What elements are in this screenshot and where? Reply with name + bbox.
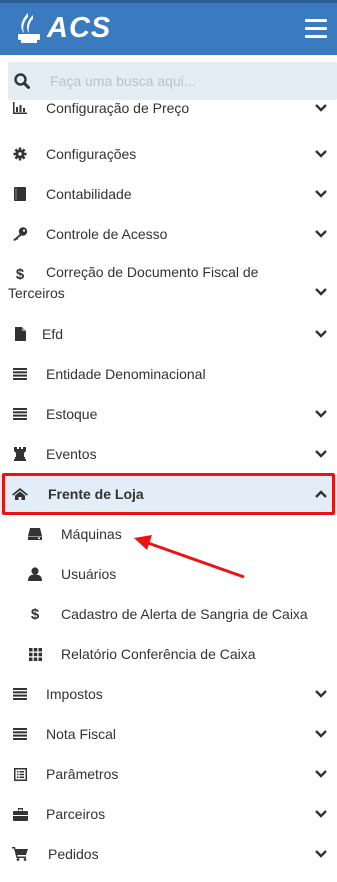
gear-icon <box>12 134 28 174</box>
sidebar-item-label: Estoque <box>46 406 98 422</box>
sidebar-item-pedidos[interactable]: Pedidos <box>0 834 337 874</box>
sidebar-item-entidade-denominacional[interactable]: Entidade Denominacional <box>0 354 337 394</box>
sidebar-item-parametros[interactable]: Parâmetros <box>0 754 337 794</box>
list-icon <box>12 674 28 714</box>
sidebar-item-controle-de-acesso[interactable]: Controle de Acesso <box>0 214 337 254</box>
logo-icon <box>18 13 40 43</box>
key-icon <box>12 214 28 254</box>
sidebar-item-label: Configurações <box>46 146 137 162</box>
sidebar-item-parceiros[interactable]: Parceiros <box>0 794 337 834</box>
chevron-down-icon <box>315 94 327 122</box>
briefcase-icon <box>12 794 28 834</box>
chevron-down-icon <box>315 134 327 174</box>
book-icon <box>12 174 28 214</box>
bar-chart-icon <box>12 94 28 122</box>
list-icon <box>12 714 28 754</box>
chevron-down-icon <box>315 714 327 754</box>
list-alt-icon <box>12 754 28 794</box>
submenu-item-usuarios[interactable]: Usuários <box>0 554 337 594</box>
sidebar-item-label: Pedidos <box>48 846 99 862</box>
chevron-down-icon <box>315 174 327 214</box>
submenu-item-relatorio-conferencia-caixa[interactable]: Relatório Conferência de Caixa <box>0 634 337 674</box>
acs-logo[interactable]: ACS <box>14 9 111 47</box>
list-icon <box>12 394 28 434</box>
highlight-box-annotation <box>2 473 335 515</box>
sidebar-item-eventos[interactable]: Eventos <box>0 434 337 474</box>
search-icon <box>14 73 30 89</box>
top-bar: ACS <box>0 0 337 55</box>
sidebar-item-label: Efd <box>42 326 64 342</box>
logo-text: ACS <box>47 11 112 44</box>
sidebar-item-label: Impostos <box>46 686 103 702</box>
submenu-item-label: Cadastro de Alerta de Sangria de Caixa <box>61 606 308 622</box>
search-input[interactable] <box>48 72 292 90</box>
sidebar-item-efd[interactable]: Efd <box>0 314 337 354</box>
sidebar-item-contabilidade[interactable]: Contabilidade <box>0 174 337 214</box>
chevron-down-icon <box>315 674 327 714</box>
sidebar-item-label: Nota Fiscal <box>46 726 117 742</box>
sidebar-item-nota-fiscal[interactable]: Nota Fiscal <box>0 714 337 754</box>
sidebar-item-label: Correção de Documento Fiscal de Terceiro… <box>8 264 259 301</box>
submenu-item-maquinas[interactable]: Máquinas <box>0 514 337 554</box>
user-icon <box>27 554 43 594</box>
cart-icon <box>12 834 28 874</box>
grid-icon <box>27 634 43 674</box>
file-icon <box>12 314 28 354</box>
chevron-down-icon <box>315 754 327 794</box>
hdd-icon <box>27 514 43 554</box>
sidebar-item-label: Eventos <box>46 446 97 462</box>
submenu-item-label: Máquinas <box>61 526 122 542</box>
submenu-item-label: Relatório Conferência de Caixa <box>61 646 256 662</box>
chevron-down-icon <box>315 834 327 874</box>
sidebar-item-correcao-de-documento-fiscal[interactable]: $ Correção de Documento Fiscal de Tercei… <box>0 254 337 312</box>
list-icon <box>12 354 28 394</box>
chevron-down-icon <box>315 794 327 834</box>
chevron-down-icon <box>315 272 327 312</box>
submenu-item-cadastro-alerta-sangria[interactable]: $ Cadastro de Alerta de Sangria de Caixa <box>0 594 337 634</box>
submenu-item-label: Usuários <box>61 566 117 582</box>
sidebar-item-impostos[interactable]: Impostos <box>0 674 337 714</box>
sidebar-item-label: Configuração de Preço <box>46 100 190 116</box>
sidebar-item-configuracoes[interactable]: Configurações <box>0 134 337 174</box>
rook-icon <box>12 434 28 474</box>
hamburger-menu-icon[interactable] <box>305 19 327 39</box>
sidebar-item-label: Controle de Acesso <box>46 226 168 242</box>
sidebar-item-estoque[interactable]: Estoque <box>0 394 337 434</box>
sidebar-item-label: Contabilidade <box>46 186 132 202</box>
sidebar-item-label: Entidade Denominacional <box>46 366 206 382</box>
dollar-icon: $ <box>30 605 40 623</box>
chevron-down-icon <box>315 434 327 474</box>
sidebar-item-label: Parceiros <box>46 806 106 822</box>
sidebar-item-configuracao-de-preco[interactable]: Configuração de Preço <box>0 94 337 122</box>
chevron-down-icon <box>315 394 327 434</box>
chevron-down-icon <box>315 214 327 254</box>
sidebar-item-label: Parâmetros <box>46 766 119 782</box>
chevron-down-icon <box>315 314 327 354</box>
